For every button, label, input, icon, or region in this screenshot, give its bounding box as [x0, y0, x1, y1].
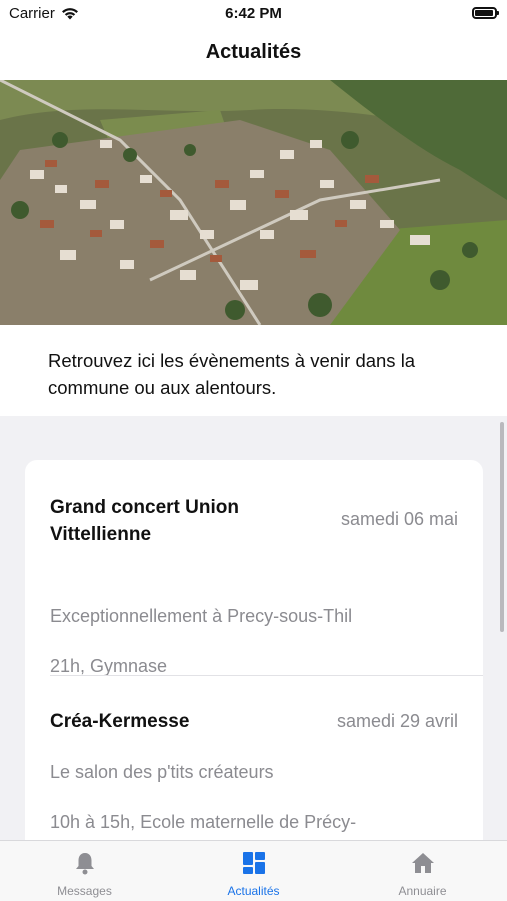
intro-section: Retrouvez ici les évènements à venir dan…: [0, 325, 507, 416]
event-description: Exceptionnellement à Precy-sous-Thil: [50, 606, 353, 626]
tab-bar: Messages Actualités Annuaire: [0, 840, 507, 901]
tab-actualites[interactable]: Actualités: [169, 841, 338, 901]
status-bar: Carrier 6:42 PM: [0, 0, 507, 28]
event-description: Le salon des p'tits créateurs: [50, 762, 274, 782]
event-date: samedi 06 mai: [340, 509, 458, 529]
events-card: Grand concert Union Vittellienne samedi …: [25, 460, 483, 880]
event-title: Grand concert Union Vittellienne: [50, 497, 239, 545]
event-details: 10h à 15h, Ecole maternelle de Précy-: [50, 812, 357, 832]
grid-icon: [242, 852, 265, 874]
tab-label: Annuaire: [398, 884, 447, 898]
status-time: 6:42 PM: [225, 5, 282, 22]
page-title: Actualités: [205, 41, 302, 63]
house-icon: [411, 853, 434, 873]
tab-label: Messages: [57, 884, 112, 898]
tab-label: Actualités: [227, 884, 280, 898]
intro-text: Retrouvez ici les évènements à venir dan…: [48, 350, 416, 398]
event-date: samedi 29 avril: [336, 711, 458, 731]
village-illustration: [0, 80, 507, 325]
event-divider: [50, 675, 483, 676]
tab-messages[interactable]: Messages: [0, 841, 169, 901]
event-title: Créa-Kermesse: [50, 711, 190, 732]
navigation-bar: Actualités: [0, 28, 507, 80]
bell-icon: [75, 853, 94, 875]
scroll-indicator[interactable]: [500, 422, 504, 632]
hero-image-village-aerial: [0, 80, 507, 325]
battery-icon: [472, 7, 499, 19]
tab-annuaire[interactable]: Annuaire: [338, 841, 507, 901]
